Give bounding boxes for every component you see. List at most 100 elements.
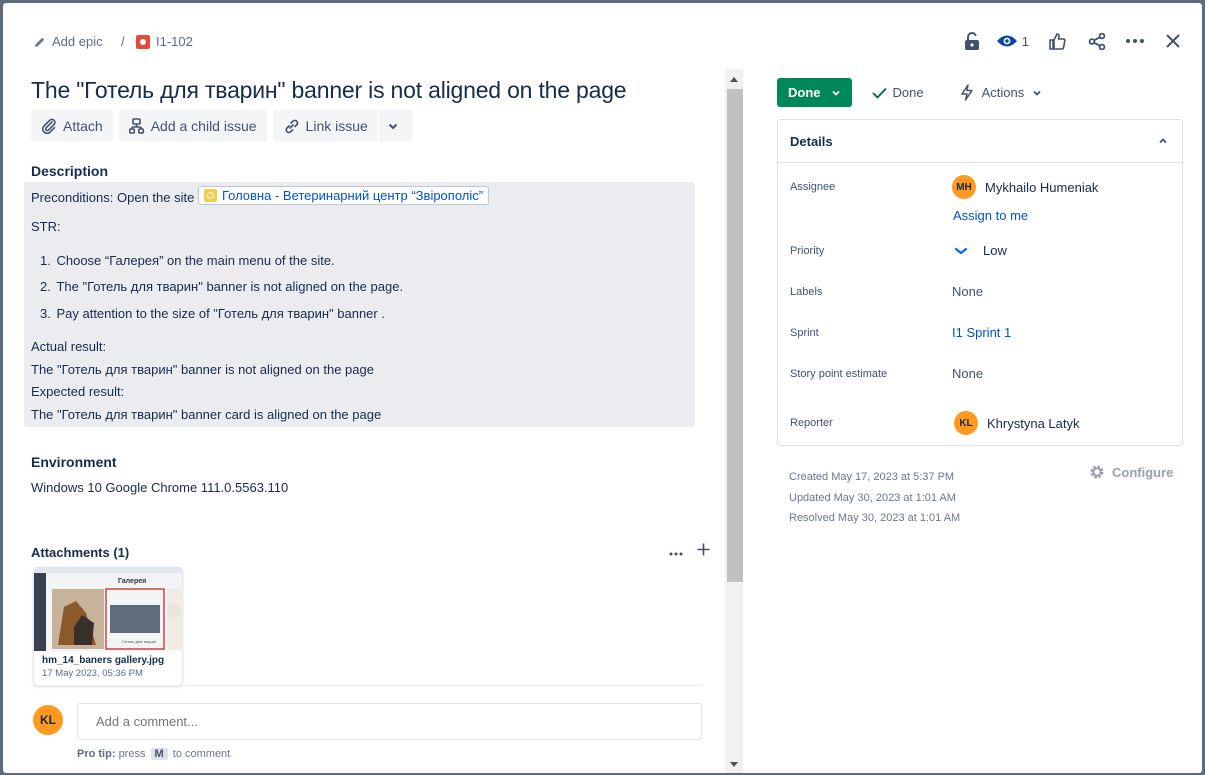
attachments-more-button[interactable]: [669, 544, 683, 560]
add-attachment-button[interactable]: [697, 543, 710, 560]
share-button[interactable]: [1088, 29, 1106, 53]
close-button[interactable]: [1166, 29, 1180, 53]
vote-button[interactable]: [1049, 29, 1066, 53]
assign-to-me-link[interactable]: Assign to me: [953, 208, 1028, 223]
attachment-card[interactable]: Галерея Готель для тварин hm_14_baners g…: [34, 567, 182, 685]
attach-button[interactable]: Attach: [31, 110, 113, 142]
issue-key-link[interactable]: I1-102: [136, 34, 193, 49]
step-text: Choose “Галерея” on the main menu of the…: [56, 253, 335, 268]
details-panel: Details Assignee MH Mykhailo Humeniak As…: [777, 119, 1183, 446]
add-child-issue-button[interactable]: Add a child issue: [118, 110, 267, 142]
attachment-preview: Галерея Готель для тварин: [34, 567, 182, 651]
priority-low-icon: [954, 247, 968, 254]
status-button[interactable]: Done: [777, 78, 852, 107]
issue-key: I1-102: [156, 34, 193, 49]
bug-icon: [136, 34, 150, 49]
issue-toolbar: Attach Add a child issue Link issue: [31, 110, 419, 142]
status-label: Done: [788, 85, 821, 100]
pro-tip-suffix: to comment: [172, 748, 231, 760]
separator-text: /: [121, 34, 125, 49]
link-issue-button[interactable]: Link issue: [272, 110, 378, 142]
site-link-text: Головна - Ветеринарний центр “Звірополіс…: [221, 188, 484, 203]
description-body[interactable]: Preconditions: Open the site Головна - В…: [24, 182, 695, 427]
add-epic-link[interactable]: Add epic: [34, 34, 103, 49]
status-row: Done Done Actions: [777, 78, 1042, 107]
sprint-label: Sprint: [790, 327, 819, 339]
share-icon: [1088, 32, 1106, 50]
configure-button[interactable]: Configure: [1088, 463, 1173, 481]
description-heading: Description: [31, 163, 109, 179]
comments-divider: [31, 685, 702, 686]
issue-title[interactable]: The "Готель для тварин" banner is not al…: [31, 77, 627, 104]
pro-tip-press: press: [118, 748, 146, 760]
header-actions: 1: [948, 29, 1180, 53]
unlock-icon: [964, 32, 979, 50]
resolved-date: Resolved May 30, 2023 at 1:01 AM: [789, 512, 961, 524]
avatar: KL: [33, 705, 63, 735]
preview-caption: Готель для тварин: [122, 639, 156, 644]
link-issue-more-button[interactable]: [378, 110, 413, 142]
issue-dates: Created May 17, 2023 at 5:37 PM Updated …: [789, 467, 960, 529]
step-number: 3.: [40, 306, 51, 321]
list-item: 3. Pay attention to the size of "Готель …: [40, 306, 385, 321]
add-comment-input[interactable]: [77, 703, 702, 740]
watch-count: 1: [1021, 33, 1029, 49]
list-item: 2. The "Готель для тварин" banner is not…: [40, 279, 403, 294]
issue-header: Add epic / I1-102 1: [3, 3, 1202, 73]
story-points-label: Story point estimate: [790, 368, 888, 380]
environment-heading: Environment: [31, 454, 117, 470]
issue-main-content: The "Готель для тварин" banner is not al…: [3, 67, 727, 773]
assignee-name: Mykhailo Humeniak: [985, 179, 1099, 195]
site-favicon-icon: [203, 189, 217, 202]
chevron-down-icon: [1033, 90, 1041, 96]
link-issue-label: Link issue: [305, 118, 368, 134]
priority-label: Priority: [790, 245, 825, 257]
gear-icon: [1090, 465, 1104, 479]
priority-value[interactable]: Low: [954, 243, 1007, 258]
attachment-preview-image: Галерея Готель для тварин: [34, 567, 182, 651]
watch-button[interactable]: 1: [996, 29, 1029, 53]
configure-label: Configure: [1112, 464, 1174, 480]
restrict-button[interactable]: [964, 29, 980, 53]
site-smart-link[interactable]: Головна - Ветеринарний центр “Звірополіс…: [197, 186, 490, 205]
child-issue-icon: [128, 118, 144, 134]
more-icon: [1126, 39, 1144, 43]
actions-button[interactable]: Actions: [960, 84, 1043, 101]
preconditions-text: Preconditions: Open the site: [31, 190, 195, 205]
attach-label: Attach: [63, 118, 103, 134]
scroll-down-icon[interactable]: [730, 762, 738, 767]
chevron-up-icon: [1159, 138, 1167, 144]
preconditions-line: Preconditions: Open the site Головна - В…: [31, 186, 490, 205]
pro-tip-label: Pro tip:: [77, 748, 116, 760]
scroll-up-icon[interactable]: [730, 77, 738, 82]
expected-result-label: Expected result:: [31, 384, 125, 399]
reporter-label: Reporter: [790, 417, 833, 429]
str-label: STR:: [31, 219, 61, 234]
details-header[interactable]: Details: [778, 120, 1182, 163]
expected-result-text: The "Готель для тварин" banner card is a…: [31, 407, 382, 422]
more-actions-button[interactable]: [1126, 29, 1144, 53]
avatar: KL: [954, 411, 978, 435]
environment-value[interactable]: Windows 10 Google Chrome 111.0.5563.110: [31, 480, 288, 495]
reporter-name: Khrystyna Latyk: [987, 415, 1080, 431]
assignee-value[interactable]: MH Mykhailo Humeniak: [952, 175, 1098, 199]
pro-tip: Pro tip: press M to comment: [77, 748, 230, 760]
story-points-value[interactable]: None: [952, 366, 983, 381]
main-scrollbar[interactable]: [725, 69, 743, 773]
resolution-indicator: Done: [871, 85, 924, 100]
keyboard-key-m: M: [150, 748, 168, 760]
close-icon: [1166, 34, 1180, 48]
sprint-value[interactable]: I1 Sprint 1: [952, 325, 1011, 340]
assignee-label: Assignee: [790, 181, 836, 193]
thumbs-up-icon: [1049, 32, 1066, 50]
preview-heading: Галерея: [118, 578, 146, 585]
reporter-value[interactable]: KL Khrystyna Latyk: [954, 411, 1080, 435]
created-date: Created May 17, 2023 at 5:37 PM: [789, 471, 955, 483]
attachments-heading: Attachments (1): [31, 545, 130, 560]
scrollbar-thumb[interactable]: [727, 89, 743, 582]
step-text: Pay attention to the size of "Готель для…: [56, 306, 385, 321]
issue-modal: Add epic / I1-102 1 The "Готель для твар…: [3, 3, 1202, 773]
labels-value[interactable]: None: [952, 284, 983, 299]
check-icon: [871, 87, 887, 99]
updated-date: Updated May 30, 2023 at 1:01 AM: [789, 491, 956, 504]
